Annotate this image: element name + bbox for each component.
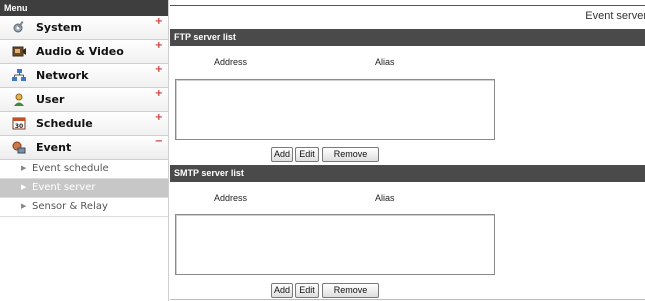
arrow-right-icon: ▶: [21, 202, 27, 210]
menu-item-system[interactable]: System +: [0, 16, 168, 40]
menu-item-network[interactable]: Network +: [0, 64, 168, 88]
arrow-right-icon: ▶: [21, 164, 27, 172]
smtp-server-listbox[interactable]: [175, 214, 495, 275]
smtp-section-heading: SMTP server list: [170, 165, 645, 182]
sub-item-label: Sensor & Relay: [32, 201, 108, 212]
main-content: Event server FTP server list Address Ali…: [170, 0, 645, 301]
menu-item-label: Audio & Video: [36, 45, 124, 58]
menu-item-event[interactable]: Event −: [0, 136, 168, 160]
menu-item-label: Event: [36, 141, 72, 154]
video-icon: [12, 46, 26, 57]
divider: [170, 299, 645, 300]
ftp-server-listbox[interactable]: [175, 79, 495, 140]
sidebar: Menu System + Audio & Video + Network +: [0, 0, 169, 301]
smtp-add-button[interactable]: Add: [271, 283, 293, 298]
menu-item-label: Network: [36, 69, 89, 82]
sub-item-event-server[interactable]: ▶ Event server: [0, 179, 168, 198]
menu-item-audio-video[interactable]: Audio & Video +: [0, 40, 168, 64]
ftp-edit-button[interactable]: Edit: [295, 147, 319, 162]
expand-icon[interactable]: +: [155, 88, 163, 99]
sub-item-label: Event server: [32, 182, 96, 193]
ftp-alias-header: Alias: [375, 57, 395, 67]
smtp-address-header: Address: [214, 193, 248, 203]
wrench-gear-icon: [13, 21, 24, 33]
svg-text:30: 30: [15, 123, 23, 130]
menu-item-user[interactable]: User +: [0, 88, 168, 112]
divider: [170, 5, 645, 6]
menu-item-label: Schedule: [36, 117, 93, 130]
smtp-alias-header: Alias: [375, 193, 395, 203]
calendar-icon: 30: [12, 117, 26, 130]
smtp-edit-button[interactable]: Edit: [295, 283, 319, 298]
ftp-address-header: Address: [214, 57, 248, 67]
network-icon: [12, 69, 26, 81]
sub-item-sensor-relay[interactable]: ▶ Sensor & Relay: [0, 198, 168, 217]
collapse-icon[interactable]: −: [155, 136, 163, 147]
smtp-remove-button[interactable]: Remove: [322, 283, 379, 298]
expand-icon[interactable]: +: [155, 16, 163, 27]
ftp-add-button[interactable]: Add: [271, 147, 293, 162]
page-title: Event server: [585, 10, 645, 22]
menu-header: Menu: [0, 0, 168, 16]
menu-item-label: User: [36, 93, 65, 106]
arrow-right-icon: ▶: [21, 183, 27, 191]
event-icon: [12, 141, 26, 154]
sub-item-event-schedule[interactable]: ▶ Event schedule: [0, 160, 168, 179]
expand-icon[interactable]: +: [155, 40, 163, 51]
expand-icon[interactable]: +: [155, 64, 163, 75]
ftp-remove-button[interactable]: Remove: [322, 147, 379, 162]
user-icon: [14, 93, 24, 106]
menu-item-label: System: [36, 21, 82, 34]
expand-icon[interactable]: +: [155, 112, 163, 123]
menu-item-schedule[interactable]: 30 Schedule +: [0, 112, 168, 136]
ftp-section-heading: FTP server list: [170, 29, 645, 46]
sub-item-label: Event schedule: [32, 163, 109, 174]
